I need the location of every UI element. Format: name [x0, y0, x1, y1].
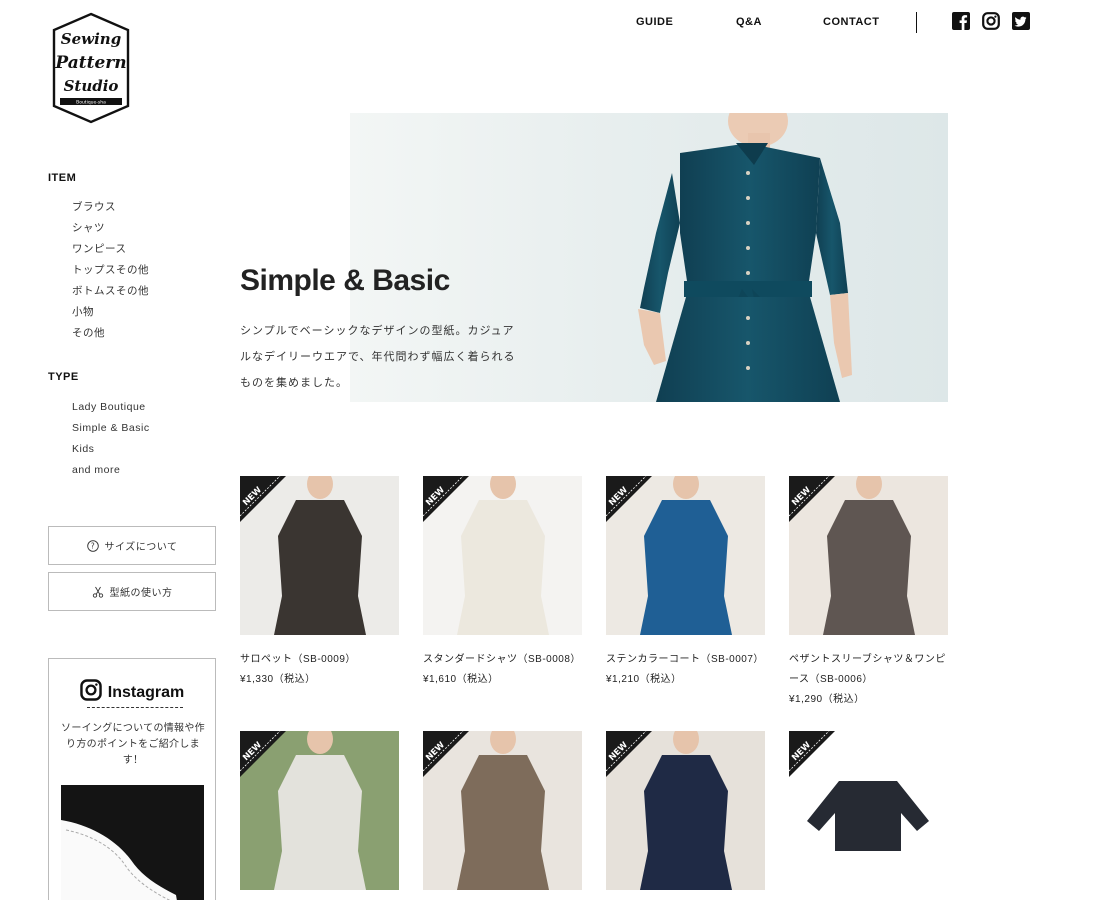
- product-image[interactable]: NEW: [240, 476, 399, 635]
- hero-description: シンプルでベーシックなデザインの型紙。カジュアルなデイリーウエアで、年代問わず幅…: [240, 325, 516, 389]
- instagram-icon: [80, 679, 102, 706]
- pattern-usage-button[interactable]: 型紙の使い方: [48, 572, 216, 611]
- new-badge: NEW: [606, 731, 652, 777]
- product-image[interactable]: NEW: [606, 476, 765, 635]
- facebook-icon[interactable]: [952, 12, 970, 30]
- size-guide-button[interactable]: ? サイズについて: [48, 526, 216, 565]
- instagram-divider: [87, 707, 183, 708]
- type-link[interactable]: Simple & Basic: [72, 418, 150, 439]
- category-link[interactable]: ボトムスその他: [72, 281, 149, 302]
- svg-text:Studio: Studio: [64, 77, 119, 95]
- instagram-header: Instagram: [49, 679, 215, 706]
- svg-text:Pattern: Pattern: [54, 53, 126, 73]
- product-card[interactable]: NEW: [423, 731, 583, 890]
- category-link[interactable]: 小物: [72, 302, 149, 323]
- product-name[interactable]: ステンカラーコート（SB-0007）: [606, 650, 766, 670]
- new-badge: NEW: [789, 476, 835, 522]
- product-image[interactable]: NEW: [423, 476, 582, 635]
- category-link[interactable]: シャツ: [72, 218, 149, 239]
- type-link[interactable]: Lady Boutique: [72, 397, 150, 418]
- nav-guide[interactable]: GUIDE: [636, 16, 673, 28]
- twitter-icon[interactable]: [1012, 12, 1030, 30]
- product-card[interactable]: NEW サロペット（SB-0009） ¥1,330（税込）: [240, 476, 400, 690]
- category-link[interactable]: ワンピース: [72, 239, 149, 260]
- product-card[interactable]: NEW: [789, 731, 949, 890]
- hero-title: Simple & Basic: [240, 264, 450, 297]
- pattern-usage-label: 型紙の使い方: [109, 588, 173, 599]
- new-badge: NEW: [789, 731, 835, 777]
- product-price: ¥1,210（税込）: [606, 674, 682, 685]
- svg-text:Sewing: Sewing: [61, 30, 121, 48]
- scissors-icon: [92, 586, 104, 598]
- product-card[interactable]: NEW: [606, 731, 766, 890]
- product-card[interactable]: NEW スタンダードシャツ（SB-0008） ¥1,610（税込）: [423, 476, 583, 690]
- product-image[interactable]: NEW: [423, 731, 582, 890]
- product-name[interactable]: スタンダードシャツ（SB-0008）: [423, 650, 583, 670]
- product-image[interactable]: NEW: [606, 731, 765, 890]
- type-link[interactable]: and more: [72, 460, 150, 481]
- product-price: ¥1,290（税込）: [789, 694, 865, 705]
- product-price: ¥1,330（税込）: [240, 674, 316, 685]
- new-badge: NEW: [240, 731, 286, 777]
- new-badge: NEW: [606, 476, 652, 522]
- product-image[interactable]: NEW: [789, 476, 948, 635]
- product-card[interactable]: NEW ペザントスリーブシャツ＆ワンピース（SB-0006） ¥1,290（税込）: [789, 476, 949, 710]
- nav-contact[interactable]: CONTACT: [823, 16, 879, 28]
- new-badge: NEW: [240, 476, 286, 522]
- svg-text:?: ?: [90, 541, 94, 550]
- product-card[interactable]: NEW ステンカラーコート（SB-0007） ¥1,210（税込）: [606, 476, 766, 690]
- svg-text:Boutique-sha: Boutique-sha: [76, 100, 106, 106]
- instagram-description: ソーイングについての情報や作り方のポイントをご紹介します！: [61, 723, 205, 766]
- item-section-title: ITEM: [48, 172, 77, 184]
- product-card[interactable]: NEW: [240, 731, 400, 890]
- product-price: ¥1,610（税込）: [423, 674, 499, 685]
- nav-qa[interactable]: Q&A: [736, 16, 762, 28]
- product-name[interactable]: ペザントスリーブシャツ＆ワンピース（SB-0006）: [789, 650, 949, 690]
- site-logo[interactable]: Sewing Pattern Studio Boutique-sha: [50, 12, 132, 124]
- question-icon: ?: [86, 539, 99, 552]
- category-link[interactable]: その他: [72, 323, 149, 344]
- product-image[interactable]: NEW: [240, 731, 399, 890]
- instagram-post-image[interactable]: [61, 785, 204, 900]
- instagram-title: Instagram: [107, 683, 185, 701]
- type-section-title: TYPE: [48, 371, 79, 383]
- size-guide-label: サイズについて: [104, 542, 178, 553]
- product-image[interactable]: NEW: [789, 731, 948, 890]
- type-list: Lady Boutique Simple & Basic Kids and mo…: [72, 397, 150, 481]
- category-link[interactable]: ブラウス: [72, 197, 149, 218]
- new-badge: NEW: [423, 731, 469, 777]
- item-category-list: ブラウス シャツ ワンピース トップスその他 ボトムスその他 小物 その他: [72, 197, 149, 344]
- instagram-widget[interactable]: Instagram ソーイングについての情報や作り方のポイントをご紹介します！: [48, 658, 216, 900]
- instagram-icon[interactable]: [982, 12, 1000, 30]
- type-link[interactable]: Kids: [72, 439, 150, 460]
- nav-divider: [916, 12, 917, 33]
- category-link[interactable]: トップスその他: [72, 260, 149, 281]
- new-badge: NEW: [423, 476, 469, 522]
- product-name[interactable]: サロペット（SB-0009）: [240, 650, 400, 670]
